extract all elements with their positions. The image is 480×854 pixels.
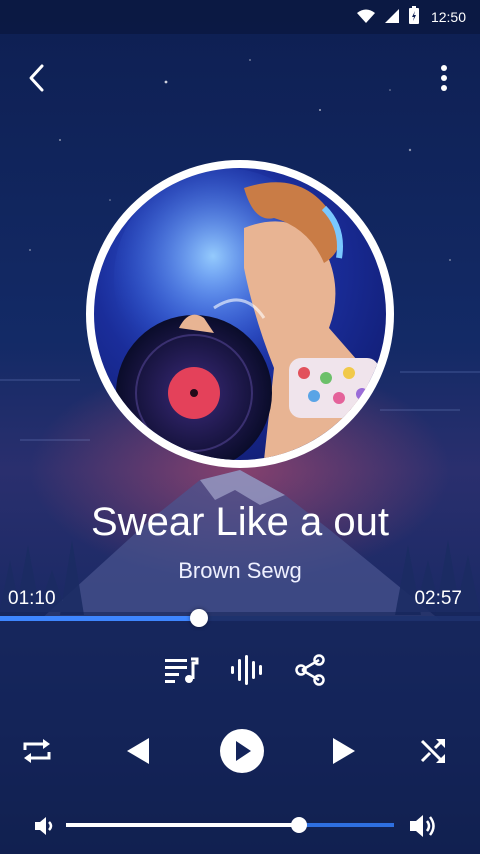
status-bar: 12:50 [0, 0, 480, 34]
seek-bar-fill [0, 616, 200, 621]
repeat-button[interactable] [18, 732, 56, 770]
playlist-button[interactable] [162, 652, 202, 688]
more-vertical-icon [441, 65, 447, 91]
next-icon [333, 738, 355, 764]
volume-high-icon [410, 815, 435, 837]
shuffle-icon [420, 739, 445, 763]
shuffle-button[interactable] [414, 732, 452, 770]
play-button[interactable] [220, 729, 264, 773]
total-duration: 02:57 [414, 588, 462, 609]
play-icon [236, 741, 251, 761]
wifi-icon [356, 8, 375, 27]
volume-up-button[interactable] [406, 810, 440, 842]
more-options-button[interactable] [430, 62, 458, 94]
elapsed-time: 01:10 [8, 588, 56, 609]
repeat-icon [23, 739, 51, 763]
equalizer-icon [231, 655, 262, 685]
song-artist: Brown Sewg [178, 558, 302, 583]
volume-low-icon [35, 817, 53, 835]
volume-slider[interactable] [66, 817, 394, 833]
back-button[interactable] [22, 62, 54, 94]
chevron-left-icon [29, 64, 44, 92]
seek-bar[interactable] [0, 609, 480, 627]
previous-button[interactable] [118, 732, 156, 770]
playlist-icon [165, 657, 199, 683]
previous-icon [127, 738, 149, 764]
volume-slider-fill [66, 823, 299, 827]
equalizer-button[interactable] [226, 652, 266, 688]
volume-slider-thumb[interactable] [290, 817, 307, 833]
volume-down-button[interactable] [30, 812, 58, 840]
battery-charging-icon [408, 6, 419, 28]
signal-icon [384, 8, 399, 27]
song-title: Swear Like a out [91, 500, 389, 544]
share-button[interactable] [290, 652, 330, 688]
album-art-image [114, 168, 384, 460]
next-button[interactable] [326, 732, 364, 770]
share-icon [295, 654, 325, 686]
album-art [86, 160, 394, 468]
status-time: 12:50 [430, 9, 466, 25]
